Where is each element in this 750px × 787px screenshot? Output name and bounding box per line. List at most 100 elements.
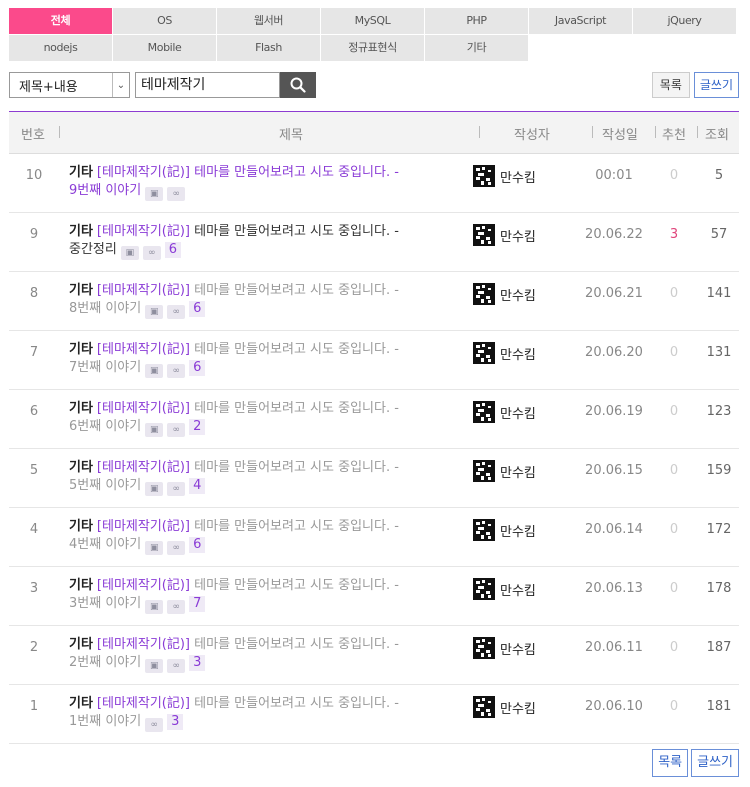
post-number: 6 [29,404,39,419]
author-name: 만수킴 [500,583,536,599]
post-number: 5 [29,463,39,478]
table-row[interactable]: 3 기타 [테마제작기(記)] 테마를 만들어보려고 시도 중입니다. - 3번째… [9,567,739,626]
post-author[interactable]: 만수킴 [473,165,536,187]
category-tab[interactable]: PHP [425,8,528,34]
category-tab[interactable]: Mobile [113,35,216,61]
category-tab[interactable]: 정규표현식 [321,35,424,61]
post-author[interactable]: 만수킴 [473,519,536,541]
comment-count[interactable]: 6 [189,537,206,553]
post-date: 20.06.11 [585,640,643,655]
table-row[interactable]: 7 기타 [테마제작기(記)] 테마를 만들어보려고 시도 중입니다. - 7번째… [9,331,739,390]
post-author[interactable]: 만수킴 [473,224,536,246]
post-number: 8 [29,286,39,301]
post-recommend: 0 [669,286,679,301]
post-author[interactable]: 만수킴 [473,460,536,482]
category-tab[interactable]: jQuery [633,8,736,34]
avatar [473,224,495,246]
comment-count[interactable]: 3 [189,655,206,671]
post-views: 5 [714,168,724,183]
category-tab[interactable]: 웹서버 [217,8,320,34]
post-recommend: 0 [669,581,679,596]
top-actions: 목록 글쓰기 [651,72,739,98]
post-date: 20.06.14 [585,522,643,537]
post-title[interactable]: 기타 [테마제작기(記)] 테마를 만들어보려고 시도 중입니다. - 중간정리 ▣… [69,223,459,260]
post-author[interactable]: 만수킴 [473,342,536,364]
table-row[interactable]: 1 기타 [테마제작기(記)] 테마를 만들어보려고 시도 중입니다. - 1번째… [9,685,739,744]
table-row[interactable]: 5 기타 [테마제작기(記)] 테마를 만들어보려고 시도 중입니다. - 5번째… [9,449,739,508]
post-date: 20.06.22 [585,227,643,242]
author-name: 만수킴 [500,288,536,304]
post-views: 131 [706,345,732,360]
post-tag: [테마제작기(記)] [96,578,191,593]
link-icon: ∞ [167,305,186,319]
search-button[interactable] [280,72,316,98]
post-recommend: 0 [669,168,679,183]
post-title[interactable]: 기타 [테마제작기(記)] 테마를 만들어보려고 시도 중입니다. - 8번째 이… [69,282,459,319]
post-title[interactable]: 기타 [테마제작기(記)] 테마를 만들어보려고 시도 중입니다. - 9번째 이… [69,164,459,201]
post-category: 기타 [69,460,93,475]
search-field-value: 제목+내용 [19,79,78,95]
link-icon: ∞ [167,482,186,496]
post-author[interactable]: 만수킴 [473,696,536,718]
post-title[interactable]: 기타 [테마제작기(記)] 테마를 만들어보려고 시도 중입니다. - 3번째 이… [69,577,459,614]
post-title[interactable]: 기타 [테마제작기(記)] 테마를 만들어보려고 시도 중입니다. - 7번째 이… [69,341,459,378]
table-row[interactable]: 2 기타 [테마제작기(記)] 테마를 만들어보려고 시도 중입니다. - 2번째… [9,626,739,685]
table-row[interactable]: 4 기타 [테마제작기(記)] 테마를 만들어보려고 시도 중입니다. - 4번째… [9,508,739,567]
comment-count[interactable]: 6 [164,242,181,258]
post-author[interactable]: 만수킴 [473,401,536,423]
image-icon: ▣ [145,482,164,496]
post-tag: [테마제작기(記)] [96,637,191,652]
table-row[interactable]: 9 기타 [테마제작기(記)] 테마를 만들어보려고 시도 중입니다. - 중간정… [9,213,739,272]
list-button-bottom[interactable]: 목록 [652,749,689,777]
post-author[interactable]: 만수킴 [473,283,536,305]
post-author[interactable]: 만수킴 [473,578,536,600]
link-icon: ∞ [167,600,186,614]
post-title[interactable]: 기타 [테마제작기(記)] 테마를 만들어보려고 시도 중입니다. - 5번째 이… [69,459,459,496]
post-date: 20.06.19 [585,404,643,419]
category-tab[interactable]: MySQL [321,8,424,34]
post-title[interactable]: 기타 [테마제작기(記)] 테마를 만들어보려고 시도 중입니다. - 1번째 이… [69,695,459,732]
table-row[interactable]: 10 기타 [테마제작기(記)] 테마를 만들어보려고 시도 중입니다. - 9번… [9,154,739,213]
category-tab[interactable]: OS [113,8,216,34]
post-author[interactable]: 만수킴 [473,637,536,659]
category-tab[interactable]: JavaScript [529,8,632,34]
comment-count[interactable]: 3 [167,714,184,730]
post-title[interactable]: 기타 [테마제작기(記)] 테마를 만들어보려고 시도 중입니다. - 4번째 이… [69,518,459,555]
author-name: 만수킴 [500,642,536,658]
search-input[interactable]: 테마제작기 [135,72,280,98]
category-tab[interactable]: Flash [217,35,320,61]
post-table: 번호 제목 작성자 작성일 추천 조회 10 기타 [테마제작기(記)] 테마를 … [9,111,739,744]
post-views: 57 [710,227,728,242]
write-button-bottom[interactable]: 글쓰기 [691,749,739,777]
category-tab[interactable]: 전체 [9,8,112,34]
post-title-line2: 5번째 이야기 [69,478,142,493]
category-tab[interactable]: nodejs [9,35,112,61]
avatar [473,637,495,659]
comment-count[interactable]: 4 [189,478,206,494]
table-row[interactable]: 8 기타 [테마제작기(記)] 테마를 만들어보려고 시도 중입니다. - 8번째… [9,272,739,331]
post-recommend: 0 [669,463,679,478]
post-date: 20.06.10 [585,699,643,714]
avatar [473,460,495,482]
post-title-line2: 9번째 이야기 [69,183,142,198]
category-tab[interactable]: 기타 [425,35,528,61]
post-recommend: 0 [669,699,679,714]
post-title[interactable]: 기타 [테마제작기(記)] 테마를 만들어보려고 시도 중입니다. - 6번째 이… [69,400,459,437]
post-title[interactable]: 기타 [테마제작기(記)] 테마를 만들어보려고 시도 중입니다. - 2번째 이… [69,636,459,673]
author-name: 만수킴 [500,170,536,186]
search-field-select[interactable]: 제목+내용 ⌄ [9,72,130,98]
table-row[interactable]: 6 기타 [테마제작기(記)] 테마를 만들어보려고 시도 중입니다. - 6번째… [9,390,739,449]
write-button[interactable]: 글쓰기 [693,72,739,98]
col-title: 제목 [279,128,303,143]
post-tag: [테마제작기(記)] [96,519,191,534]
comment-count[interactable]: 6 [189,360,206,376]
comment-count[interactable]: 7 [189,596,206,612]
comment-count[interactable]: 6 [189,301,206,317]
post-category: 기타 [69,637,93,652]
list-button[interactable]: 목록 [651,72,690,98]
comment-count[interactable]: 2 [189,419,206,435]
avatar [473,519,495,541]
post-views: 187 [706,640,732,655]
search-bar: 제목+내용 ⌄ 테마제작기 [9,72,316,98]
table-body: 10 기타 [테마제작기(記)] 테마를 만들어보려고 시도 중입니다. - 9번… [9,154,739,744]
